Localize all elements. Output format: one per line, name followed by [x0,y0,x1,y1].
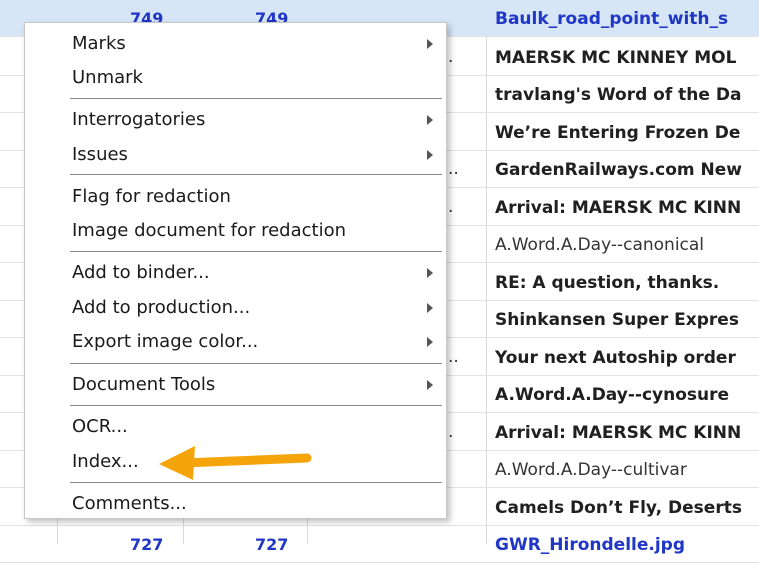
ellipsis-text: . [448,47,454,67]
menu-separator [70,363,442,364]
submenu-arrow-icon [427,337,433,347]
submenu-arrow-icon [427,268,433,278]
menu-item-ocr[interactable]: OCR... [72,416,128,437]
menu-item-add-binder[interactable]: Add to binder... [72,262,210,283]
end-bates-cell: 727 [255,535,289,554]
menu-item-document-tools[interactable]: Document Tools [72,374,215,395]
subject-cell: GardenRailways.com New [495,160,742,180]
subject-cell: Camels Don’t Fly, Deserts [495,498,742,518]
menu-item-flag-redaction[interactable]: Flag for redaction [72,186,231,207]
menu-item-issues[interactable]: Issues [72,144,128,165]
subject-cell: travlang's Word of the Da [495,85,742,105]
menu-separator [70,251,442,252]
submenu-arrow-icon [427,39,433,49]
submenu-arrow-icon [427,150,433,160]
subject-cell: Shinkansen Super Expres [495,310,739,330]
menu-separator [70,482,442,483]
begin-bates-cell: 727 [130,535,164,554]
menu-item-comments[interactable]: Comments... [72,493,187,514]
orange-arrow-icon [159,446,312,480]
menu-item-unmark[interactable]: Unmark [72,67,143,88]
ellipsis-text: .. [448,159,459,179]
submenu-arrow-icon [427,380,433,390]
submenu-arrow-icon [427,303,433,313]
menu-separator [70,405,442,406]
subject-cell: Arrival: MAERSK MC KINN [495,423,742,443]
subject-cell: A.Word.A.Day--cynosure [495,385,730,405]
subject-cell: Your next Autoship order [495,348,736,368]
menu-separator [70,174,442,175]
table-row[interactable]: 727 727 GWR_Hirondelle.jpg [0,526,759,563]
subject-cell: A.Word.A.Day--cultivar [495,460,687,480]
menu-item-index[interactable]: Index... [72,451,139,472]
ellipsis-text: .. [448,347,459,367]
menu-item-add-production[interactable]: Add to production... [72,297,250,318]
menu-item-image-redaction[interactable]: Image document for redaction [72,220,346,241]
subject-cell: We’re Entering Frozen De [495,123,741,143]
menu-separator [70,98,442,99]
subject-link[interactable]: GWR_Hirondelle.jpg [495,535,685,555]
subject-cell: Arrival: MAERSK MC KINN [495,198,742,218]
subject-link[interactable]: Baulk_road_point_with_s [495,9,728,29]
ellipsis-text: . [448,197,454,217]
subject-cell: MAERSK MC KINNEY MOL [495,48,737,68]
subject-cell: A.Word.A.Day--canonical [495,235,705,255]
ellipsis-text: . [448,422,454,442]
subject-cell: RE: A question, thanks. [495,273,720,293]
menu-item-interrogatories[interactable]: Interrogatories [72,109,205,130]
menu-item-export-color[interactable]: Export image color... [72,331,258,352]
menu-item-marks[interactable]: Marks [72,33,126,54]
submenu-arrow-icon [427,115,433,125]
